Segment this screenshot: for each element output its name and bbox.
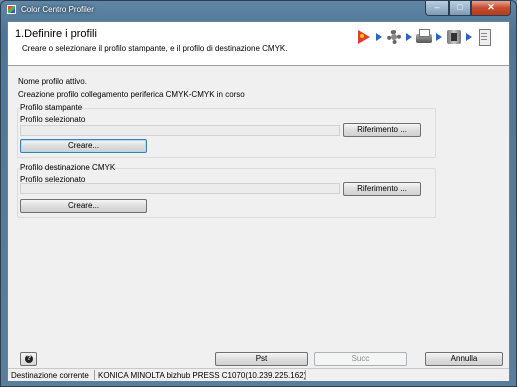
printer-selected-label: Profilo selezionato: [20, 115, 86, 124]
next-button[interactable]: Succ: [314, 352, 407, 366]
printer-profile-group-label: Profilo stampante: [20, 103, 83, 112]
cancel-button[interactable]: Annulla: [425, 352, 503, 366]
maximize-button[interactable]: □: [449, 1, 471, 16]
cmyk-reference-button[interactable]: Riferimento ...: [343, 182, 421, 196]
arrow-right-icon: [406, 33, 412, 41]
wizard-header: 1.Definire i profili Creare o selezionar…: [8, 22, 509, 66]
printer-reference-button[interactable]: Riferimento ...: [343, 123, 421, 137]
help-icon: ?: [25, 355, 33, 363]
printer-profile-field[interactable]: [20, 125, 340, 136]
status-divider: [305, 370, 306, 380]
printer-icon: [415, 28, 433, 46]
status-bar: Destinazione corrente KONICA MINOLTA biz…: [8, 368, 509, 381]
help-button[interactable]: ?: [20, 352, 37, 366]
app-icon: [7, 5, 16, 14]
status-bar-label: Destinazione corrente: [11, 371, 89, 380]
arrow-right-icon: [466, 33, 472, 41]
printer-create-button[interactable]: Creare...: [20, 139, 147, 153]
wizard-client: 1.Definire i profili Creare o selezionar…: [7, 21, 510, 381]
cmyk-create-button[interactable]: Creare...: [20, 199, 147, 213]
minimize-button[interactable]: –: [425, 1, 449, 16]
document-icon: [475, 28, 493, 46]
wizard-steps: [355, 24, 505, 50]
close-button[interactable]: ✕: [471, 1, 511, 16]
gear-icon: [385, 28, 403, 46]
cmyk-profile-group-label: Profilo destinazione CMYK: [20, 163, 116, 172]
window-controls: – □ ✕: [425, 1, 511, 16]
arrow-right-icon: [376, 33, 382, 41]
status-divider: [94, 370, 95, 380]
device-icon: [445, 28, 463, 46]
operation-status: Creazione profilo collegamento periferic…: [18, 90, 245, 99]
window-title: Color Centro Profiler: [21, 5, 94, 14]
step-title: 1.Definire i profili: [15, 28, 97, 40]
cmyk-profile-field[interactable]: [20, 183, 340, 194]
step-description: Creare o selezionare il profilo stampant…: [22, 44, 288, 53]
current-destination: KONICA MINOLTA bizhub PRESS C1070(10.239…: [98, 371, 307, 380]
title-bar[interactable]: Color Centro Profiler – □ ✕: [1, 1, 516, 20]
arrow-right-icon: [436, 33, 442, 41]
active-profile-label: Nome profilo attivo.: [18, 77, 87, 86]
app-window: Color Centro Profiler – □ ✕ 1.Definire i…: [0, 0, 517, 387]
play-icon: [355, 28, 373, 46]
previous-button[interactable]: Pst: [215, 352, 308, 366]
